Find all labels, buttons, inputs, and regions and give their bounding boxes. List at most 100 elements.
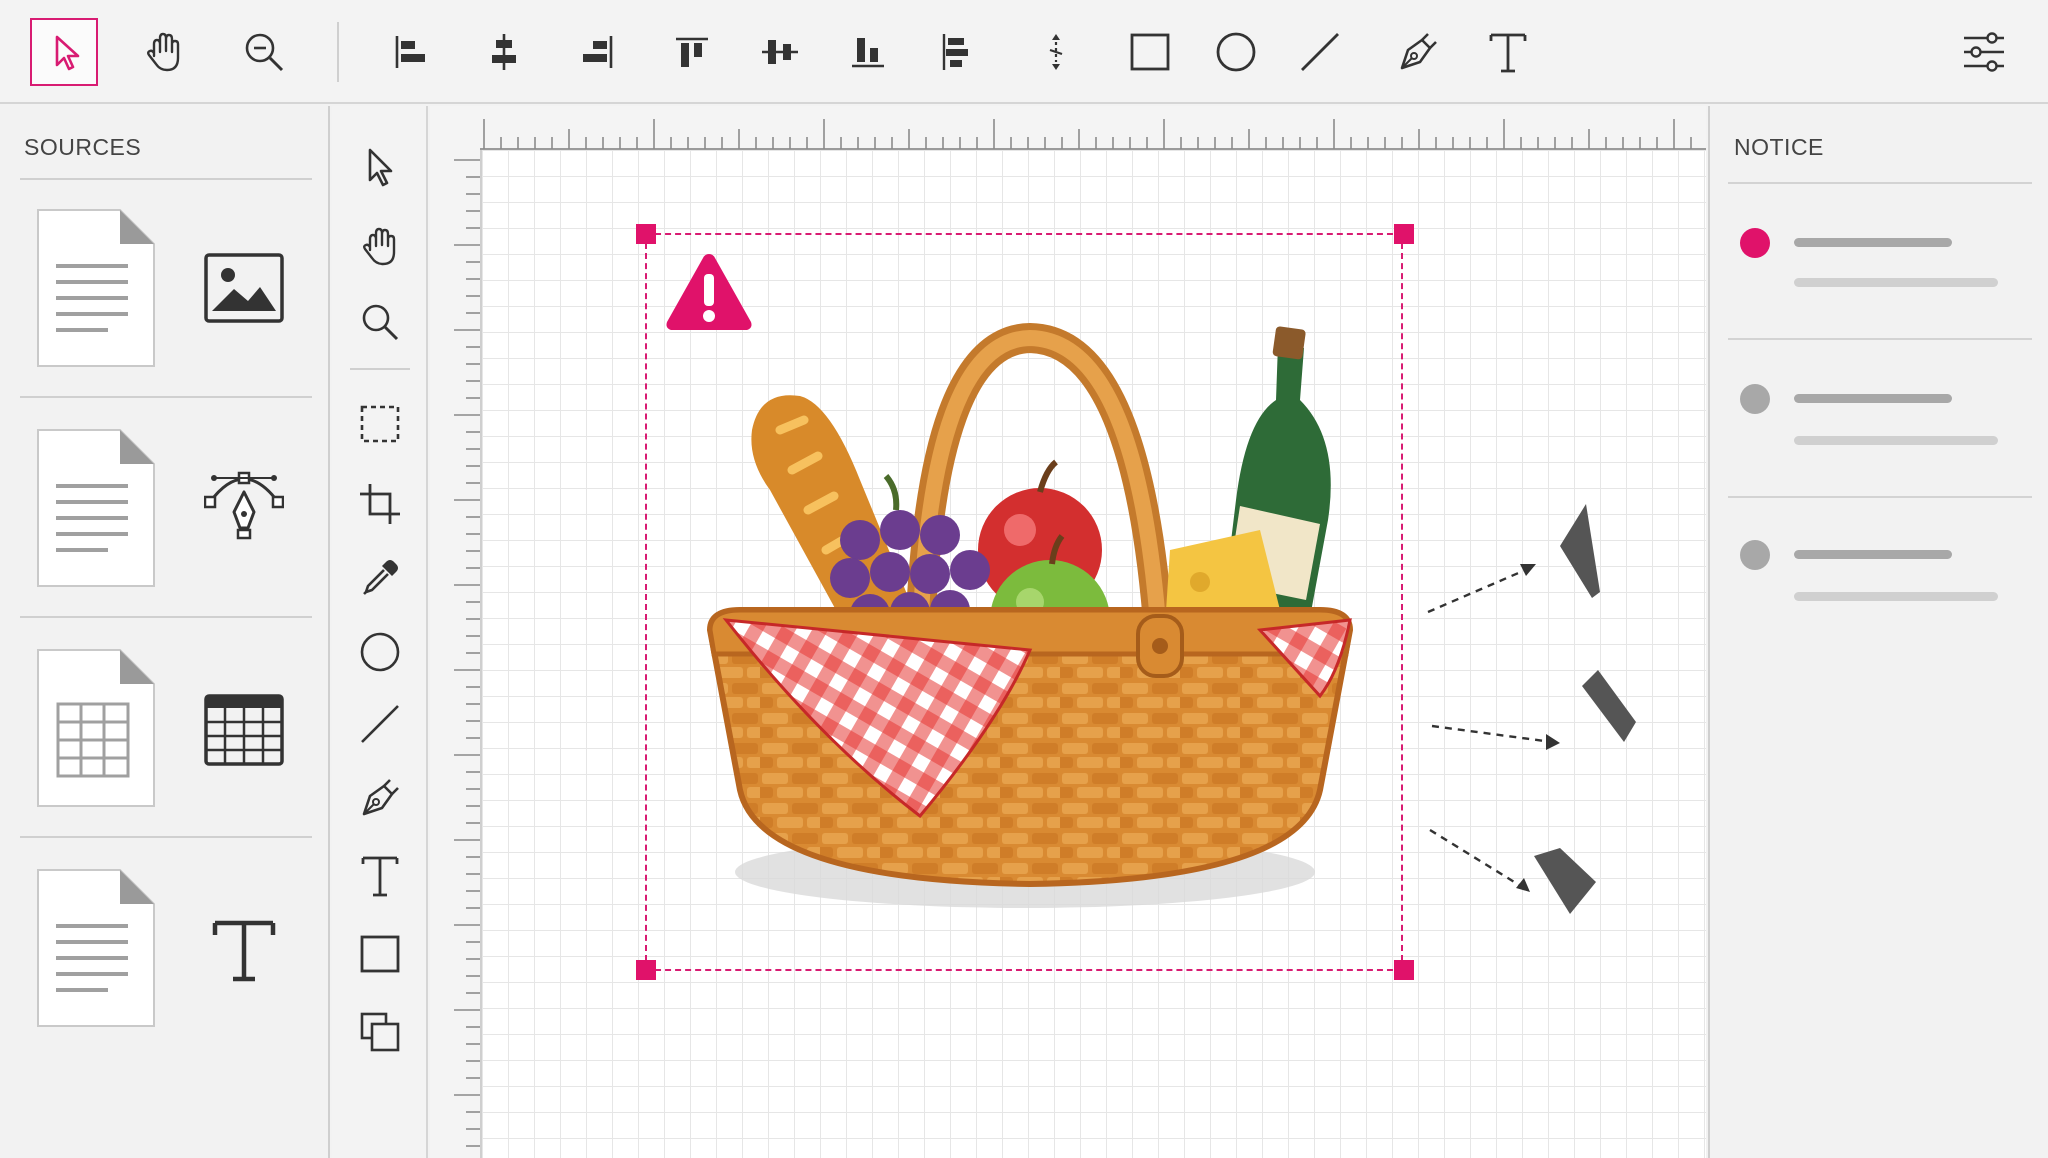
side-zoom-tool[interactable] bbox=[352, 294, 408, 350]
horizontal-ruler bbox=[480, 119, 1706, 150]
distribute-vertical-button[interactable] bbox=[1022, 18, 1090, 86]
text-icon bbox=[1489, 33, 1527, 73]
side-select-tool[interactable] bbox=[352, 140, 408, 196]
side-eyedropper-tool[interactable] bbox=[352, 550, 408, 606]
select-arrow-icon bbox=[55, 35, 80, 71]
crop-icon bbox=[360, 484, 400, 524]
sources-divider bbox=[20, 616, 312, 618]
vertical-ruler bbox=[454, 159, 480, 1147]
status-dot-inactive bbox=[1740, 384, 1770, 414]
notice-line-placeholder bbox=[1794, 550, 1952, 559]
notice-line-placeholder bbox=[1794, 278, 1998, 287]
side-text-tool[interactable] bbox=[352, 848, 408, 904]
align-middle-button[interactable] bbox=[746, 18, 814, 86]
resize-handle-bottom-right[interactable] bbox=[1394, 960, 1414, 980]
resize-handle-top-left[interactable] bbox=[636, 224, 656, 244]
align-bottom-button[interactable] bbox=[834, 18, 902, 86]
ellipse-tool-button[interactable] bbox=[1202, 18, 1270, 86]
source-document-1[interactable] bbox=[36, 208, 156, 368]
side-rectangle-tool[interactable] bbox=[352, 926, 408, 982]
distribute-horizontal-button[interactable] bbox=[922, 18, 990, 86]
notice-divider bbox=[1728, 496, 2032, 498]
align-right-button[interactable] bbox=[564, 18, 632, 86]
status-dot-inactive bbox=[1740, 540, 1770, 570]
line-tool-button[interactable] bbox=[1286, 18, 1354, 86]
tool-strip bbox=[332, 106, 428, 1158]
spreadsheet-document-icon bbox=[37, 649, 155, 807]
side-pen-tool[interactable] bbox=[352, 770, 408, 826]
notice-title: NOTICE bbox=[1734, 134, 1824, 160]
sources-divider bbox=[20, 836, 312, 838]
resize-handle-bottom-left[interactable] bbox=[636, 960, 656, 980]
pen-icon bbox=[362, 779, 399, 816]
marquee-select-icon bbox=[360, 405, 400, 443]
image-icon bbox=[204, 253, 284, 323]
align-left-button[interactable] bbox=[376, 18, 444, 86]
rectangle-icon bbox=[1130, 33, 1170, 71]
sources-panel: SOURCES bbox=[0, 106, 330, 1158]
sources-divider bbox=[20, 396, 312, 398]
top-toolbar bbox=[0, 0, 2048, 104]
align-top-icon bbox=[676, 37, 708, 67]
align-middle-icon bbox=[762, 40, 798, 64]
notice-divider bbox=[1728, 182, 2032, 184]
notice-divider bbox=[1728, 338, 2032, 340]
sources-divider bbox=[20, 178, 312, 180]
side-marquee-tool[interactable] bbox=[352, 396, 408, 452]
notice-line-placeholder bbox=[1794, 238, 1952, 247]
align-center-button[interactable] bbox=[470, 18, 538, 86]
source-table-button[interactable] bbox=[200, 686, 288, 774]
notice-line-placeholder bbox=[1794, 394, 1952, 403]
source-document-4[interactable] bbox=[36, 868, 156, 1028]
hand-icon bbox=[363, 227, 396, 266]
rectangle-icon bbox=[360, 935, 400, 973]
duplicate-icon bbox=[360, 1012, 400, 1052]
toolbar-divider bbox=[337, 22, 339, 82]
source-document-2[interactable] bbox=[36, 428, 156, 588]
hand-tool-button[interactable] bbox=[130, 18, 198, 86]
text-type-icon bbox=[212, 920, 276, 982]
sources-title: SOURCES bbox=[24, 134, 142, 160]
resize-handle-top-right[interactable] bbox=[1394, 224, 1414, 244]
zoom-out-icon bbox=[245, 33, 284, 72]
document-icon bbox=[37, 209, 155, 367]
document-icon bbox=[37, 429, 155, 587]
align-bottom-icon bbox=[852, 38, 884, 68]
settings-sliders-icon bbox=[1964, 32, 2004, 72]
distribute-vertical-icon bbox=[1049, 34, 1063, 70]
notice-line-placeholder bbox=[1794, 436, 1998, 445]
side-duplicate-tool[interactable] bbox=[352, 1004, 408, 1060]
side-line-tool[interactable] bbox=[352, 696, 408, 752]
pen-tool-button[interactable] bbox=[1384, 18, 1452, 86]
notice-line-placeholder bbox=[1794, 592, 1998, 601]
source-vector-button[interactable] bbox=[200, 458, 288, 546]
line-icon bbox=[1301, 33, 1339, 71]
vector-pen-icon bbox=[204, 471, 284, 540]
align-right-icon bbox=[583, 36, 613, 68]
tool-strip-divider bbox=[350, 368, 410, 370]
ellipse-icon bbox=[1216, 32, 1256, 72]
table-icon bbox=[204, 694, 284, 766]
text-tool-button[interactable] bbox=[1474, 18, 1542, 86]
align-center-icon bbox=[492, 34, 516, 70]
source-image-button[interactable] bbox=[200, 244, 288, 332]
zoom-icon bbox=[362, 304, 399, 341]
text-icon bbox=[361, 856, 399, 897]
source-document-3[interactable] bbox=[36, 648, 156, 808]
select-tool-button[interactable] bbox=[30, 18, 98, 86]
side-ellipse-tool[interactable] bbox=[352, 624, 408, 680]
side-crop-tool[interactable] bbox=[352, 476, 408, 532]
align-left-icon bbox=[395, 36, 425, 68]
settings-button[interactable] bbox=[1950, 18, 2018, 86]
picnic-basket-illustration bbox=[706, 322, 1354, 908]
eyedropper-icon bbox=[363, 560, 398, 595]
align-top-button[interactable] bbox=[658, 18, 726, 86]
source-text-button[interactable] bbox=[200, 906, 288, 994]
zoom-out-tool-button[interactable] bbox=[230, 18, 298, 86]
ellipse-icon bbox=[360, 632, 400, 672]
side-hand-tool[interactable] bbox=[352, 218, 408, 274]
document-icon bbox=[37, 869, 155, 1027]
rectangle-tool-button[interactable] bbox=[1116, 18, 1184, 86]
hand-icon bbox=[147, 32, 180, 72]
fragment-arrows bbox=[1427, 504, 1636, 914]
